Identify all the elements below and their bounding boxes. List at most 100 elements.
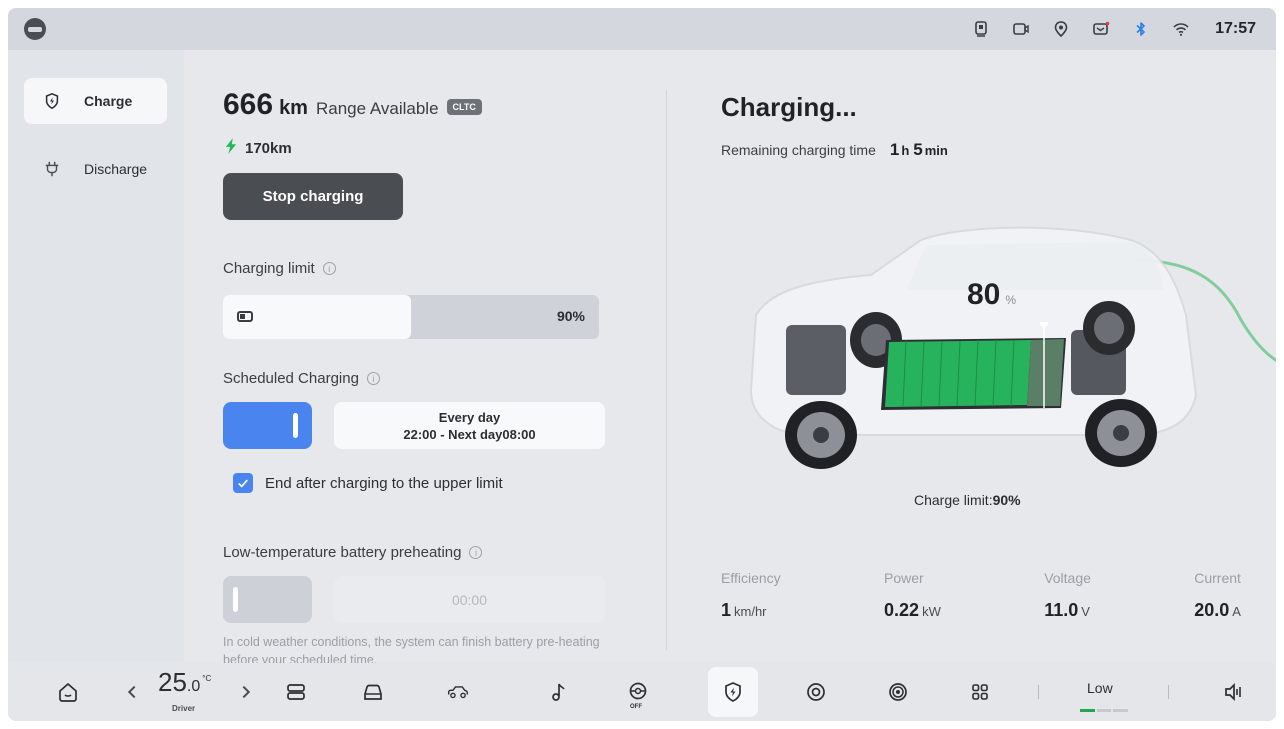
stat-current: Current 20.0 A [1194,570,1241,621]
preheating-label: Low-temperature battery preheating [223,544,462,561]
driver-temperature[interactable]: 25 .0 °C [158,667,211,698]
temp-up-button[interactable] [236,663,256,721]
music-note-icon[interactable] [538,663,578,721]
temp-value: 25 [158,667,187,697]
remaining-time-row: Remaining charging time 1 h 5 min [721,140,948,160]
info-icon[interactable]: i [469,546,483,559]
charge-shield-icon[interactable] [713,663,753,721]
status-bar: 17:57 [8,8,1276,50]
stop-charging-button[interactable]: Stop charging [223,173,403,220]
stat-unit: km/hr [734,604,767,619]
infotainment-screen: 17:57 Charge Discharge 666 km Range Avai… [8,8,1276,721]
bolt-icon [225,138,237,158]
off-label: OFF [630,704,642,710]
charging-limit-title: Charging limit i [223,260,336,277]
temp-down-button[interactable] [122,663,142,721]
stat-unit: V [1081,604,1090,619]
charging-status: Charging... Remaining charging time 1 h … [721,50,1276,663]
scheduled-charging-title: Scheduled Charging i [223,370,380,387]
charge-limit-caption: Charge limit:90% [914,492,1021,508]
stat-label: Voltage [1044,570,1091,586]
charge-limit-caption-value: 90% [992,492,1021,508]
range-unit: km [279,97,308,119]
car-front-icon[interactable] [353,663,393,721]
end-after-limit-label: End after charging to the upper limit [265,474,503,492]
schedule-time-box[interactable]: Every day 22:00 - Next day08:00 [334,402,605,449]
preheating-toggle[interactable] [223,576,312,623]
message-icon [1081,20,1121,38]
dock-separator [1038,685,1039,699]
dock-separator [1168,685,1169,699]
stat-label: Current [1194,570,1241,586]
bluetooth-icon [1121,20,1161,38]
bottom-dock: 25 .0 °C Driver OFF Low [8,663,1276,721]
range-added: 170km [245,139,292,157]
info-icon[interactable]: i [322,262,336,275]
battery-icon [237,311,253,322]
sidebar-item-discharge[interactable]: Discharge [24,146,167,192]
end-after-limit-checkbox[interactable]: End after charging to the upper limit [233,473,503,493]
charge-settings: 666 km Range Available CLTC 170km Stop c… [223,50,613,667]
info-icon[interactable]: i [366,372,380,385]
range-added-row: 170km [225,138,292,158]
stat-power: Power 0.22 kW [884,570,941,621]
stat-unit: kW [922,604,941,619]
range-label: Range Available [315,99,439,118]
stat-voltage: Voltage 11.0 V [1044,570,1091,621]
stat-value: 0.22 [884,600,920,620]
wifi-icon [1161,20,1201,38]
stat-value: 11.0 [1044,600,1079,620]
remaining-time-label: Remaining charging time [721,142,876,158]
stat-value: 20.0 [1194,600,1230,620]
scheduled-charging-toggle[interactable] [223,402,312,449]
home-icon[interactable] [48,663,88,721]
stat-label: Power [884,570,924,586]
sidebar-item-label: Discharge [84,161,148,177]
stat-value: 1 [721,600,732,620]
preheating-title: Low-temperature battery preheating i [223,544,483,561]
sidebar-item-label: Charge [84,93,133,109]
radar-icon[interactable] [878,663,918,721]
remaining-hours-unit: h [901,143,910,158]
seat-heat-icon[interactable] [276,663,316,721]
remaining-minutes: 5 [913,140,923,159]
checkbox-checked-icon[interactable] [233,473,253,493]
battery-percent-value: 80 [967,278,1001,311]
sidebar: Charge Discharge [8,50,184,663]
fan-level-label[interactable]: Low [1087,680,1113,696]
cltc-badge: CLTC [446,99,482,115]
apps-grid-icon[interactable] [960,663,1000,721]
stat-label: Efficiency [721,570,781,586]
charge-shield-icon [42,91,62,111]
sidebar-item-charge[interactable]: Charge [24,78,167,124]
camera-icon [1001,20,1041,38]
range-value: 666 [223,88,274,121]
battery-percent-unit: % [1005,293,1017,307]
target-icon[interactable] [796,663,836,721]
schedule-repeat: Every day [438,409,501,425]
car-side-icon[interactable] [436,663,480,721]
status-icons: 17:57 [961,8,1256,50]
fan-level-indicator [1080,709,1129,712]
volume-icon[interactable] [1213,663,1253,721]
clock: 17:57 [1215,20,1256,37]
stat-efficiency: Efficiency 1 km/hr [721,570,781,621]
range-row: 666 km Range Available CLTC [223,88,482,122]
steering-heat-icon[interactable] [618,663,658,721]
temp-unit: °C [202,674,212,683]
remaining-minutes-unit: min [924,143,948,158]
charging-limit-slider[interactable]: 90% [223,295,599,339]
phone-card-icon [961,20,1001,38]
charging-title: Charging... [721,92,857,122]
schedule-window: 22:00 - Next day08:00 [403,426,536,442]
charging-stats: Efficiency 1 km/hr Power 0.22 kW Voltage 1… [721,570,1241,621]
charging-limit-value: 90% [556,308,585,324]
charging-limit-label: Charging limit [223,260,315,277]
avatar[interactable] [24,18,46,40]
temp-zone-label: Driver [172,704,196,713]
location-icon [1041,20,1081,38]
car-illustration [731,220,1276,480]
charge-limit-caption-label: Charge limit: [914,492,993,508]
preheating-time-box[interactable]: 00:00 [334,576,605,623]
temp-decimal: .0 [186,678,201,695]
